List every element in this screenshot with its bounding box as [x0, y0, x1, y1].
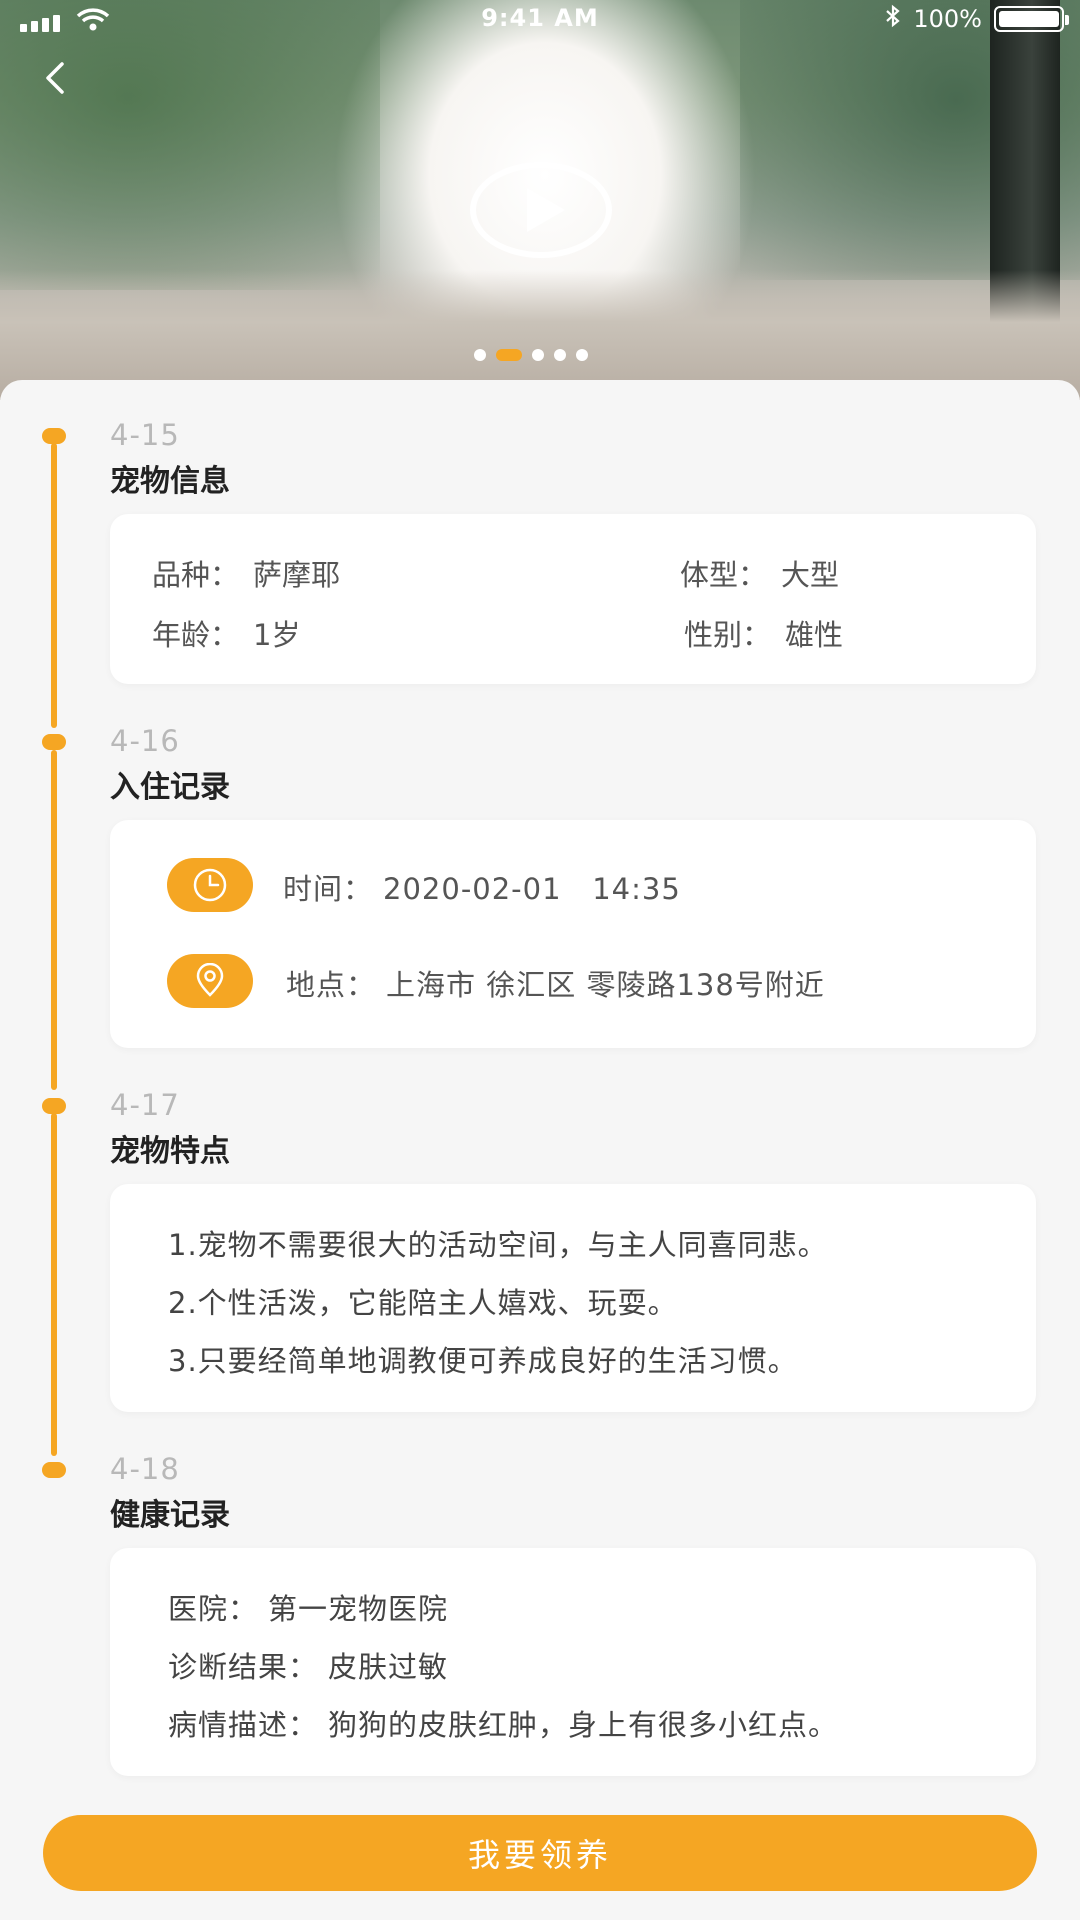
size-value: 大型	[781, 558, 840, 592]
pet-traits-card: 1.宠物不需要很大的活动空间，与主人同喜同悲。 2.个性活泼，它能陪主人嬉戏、玩…	[110, 1184, 1036, 1412]
breed-value: 萨摩耶	[253, 558, 341, 592]
age-label: 年龄：	[152, 618, 240, 652]
image-pager	[474, 349, 588, 361]
diagnosis-label: 诊断结果：	[168, 1650, 319, 1684]
health-record-card: 医院： 第一宠物医院 诊断结果： 皮肤过敏 病情描述： 狗狗的皮肤红肿，身上有很多小红…	[110, 1548, 1036, 1776]
gender-label: 性别：	[684, 618, 772, 652]
description-label: 病情描述：	[168, 1708, 319, 1742]
adopt-button[interactable]: 我要领养	[43, 1815, 1037, 1891]
diagnosis-value: 皮肤过敏	[328, 1650, 449, 1684]
timeline-dot	[42, 734, 66, 750]
breed-label: 品种：	[152, 558, 240, 592]
section-date: 4-15	[110, 418, 180, 452]
section-date: 4-16	[110, 724, 180, 758]
section-title-pet-traits: 宠物特点	[110, 1134, 230, 1169]
section-date: 4-18	[110, 1452, 180, 1486]
status-bar: 9:41 AM 100%	[0, 0, 1080, 40]
timeline-dot	[42, 428, 66, 444]
time-value: 2020-02-01 14:35	[383, 872, 681, 906]
checkin-location: 地点： 上海市 徐汇区 零陵路138号附近	[286, 962, 825, 1004]
gender-value: 雄性	[785, 618, 844, 652]
trait-line: 1.宠物不需要很大的活动空间，与主人同喜同悲。	[168, 1228, 828, 1262]
location-icon-badge	[167, 954, 253, 1008]
section-title-health-record: 健康记录	[110, 1498, 230, 1533]
trait-line: 3.只要经简单地调教便可养成良好的生活习惯。	[168, 1344, 798, 1378]
time-icon-badge	[167, 858, 253, 912]
background-foliage	[0, 0, 380, 290]
chevron-left-icon	[46, 62, 64, 94]
trait-line: 2.个性活泼，它能陪主人嬉戏、玩耍。	[168, 1286, 678, 1320]
battery-percentage: 100%	[913, 5, 982, 33]
timeline-line	[51, 750, 57, 1090]
size-field: 体型： 大型	[680, 552, 839, 594]
section-title-pet-info: 宠物信息	[110, 464, 230, 499]
pager-dot[interactable]	[474, 349, 486, 361]
play-button[interactable]	[470, 162, 612, 258]
timeline-line	[51, 443, 57, 728]
location-value: 上海市 徐汇区 零陵路138号附近	[386, 968, 825, 1002]
clock-icon	[193, 868, 227, 902]
back-button[interactable]	[36, 58, 76, 98]
pager-dot[interactable]	[532, 349, 544, 361]
play-icon	[527, 188, 565, 232]
pager-dot[interactable]	[554, 349, 566, 361]
hospital-value: 第一宠物医院	[268, 1592, 449, 1626]
timeline-line	[51, 1113, 57, 1456]
checkin-time: 时间： 2020-02-01 14:35	[283, 866, 681, 908]
diagnosis-field: 诊断结果： 皮肤过敏	[168, 1644, 448, 1686]
hospital-field: 医院： 第一宠物医院	[168, 1586, 448, 1628]
pet-info-card: 品种： 萨摩耶 体型： 大型 年龄： 1岁 性别： 雄性	[110, 514, 1036, 684]
section-title-checkin-record: 入住记录	[110, 770, 230, 805]
pet-video-banner[interactable]: 9:41 AM 100%	[0, 0, 1080, 400]
size-label: 体型：	[680, 558, 768, 592]
timeline-dot	[42, 1098, 66, 1114]
timeline-dot	[42, 1462, 66, 1478]
gender-field: 性别： 雄性	[684, 612, 843, 654]
age-field: 年龄： 1岁	[152, 612, 300, 654]
checkin-record-card: 时间： 2020-02-01 14:35 地点： 上海市 徐汇区 零陵路138号附近	[110, 820, 1036, 1048]
age-value: 1岁	[253, 618, 301, 652]
pager-dot[interactable]	[576, 349, 588, 361]
description-field: 病情描述： 狗狗的皮肤红肿，身上有很多小红点。	[168, 1702, 838, 1744]
pager-dot-active[interactable]	[496, 349, 522, 361]
location-pin-icon	[196, 963, 224, 997]
battery-icon	[994, 6, 1069, 32]
description-value: 狗狗的皮肤红肿，身上有很多小红点。	[328, 1708, 839, 1742]
section-date: 4-17	[110, 1088, 180, 1122]
breed-field: 品种： 萨摩耶	[152, 552, 340, 594]
hospital-label: 医院：	[168, 1592, 259, 1626]
time-label: 时间：	[283, 872, 374, 906]
bluetooth-icon	[885, 4, 901, 34]
location-label: 地点：	[286, 968, 377, 1002]
